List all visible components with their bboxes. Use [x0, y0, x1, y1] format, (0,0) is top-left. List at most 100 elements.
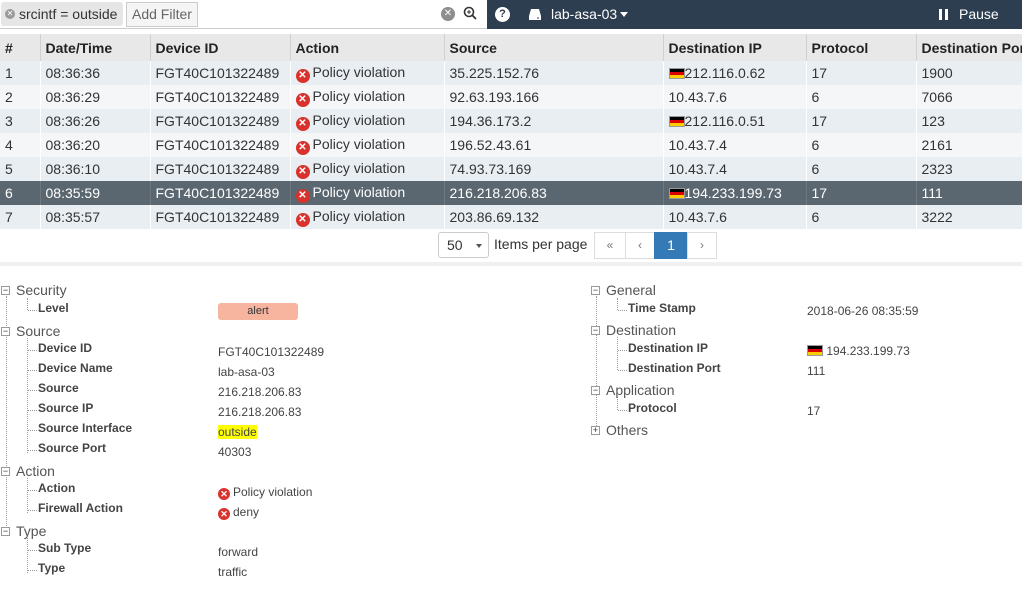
cell-source-text: 194.36.173.2	[449, 113, 532, 129]
cell-protocol: 6	[806, 133, 917, 157]
cell-protocol-text: 6	[811, 161, 820, 177]
cell-dest-port: 111	[916, 181, 1022, 205]
group-application[interactable]: Application	[606, 382, 675, 398]
cell-dest-ip: 212.116.0.62	[663, 61, 807, 85]
cell-device-id: FGT40C101322489	[150, 133, 291, 157]
group-type[interactable]: Type	[16, 523, 46, 539]
table-row[interactable]: 2 08:36:29 FGT40C101322489 ✕ Policy violatio…	[0, 85, 1022, 109]
chevron-down-icon[interactable]	[620, 12, 628, 17]
group-destination[interactable]: Destination	[606, 322, 676, 338]
remove-filter-icon[interactable]: ✕	[5, 9, 15, 19]
column-header[interactable]: #	[0, 34, 41, 61]
table-row[interactable]: 1 08:36:36 FGT40C101322489 ✕ Policy violatio…	[0, 61, 1022, 85]
collapse-general-icon[interactable]: −	[591, 286, 600, 295]
field-protocol-value: 17	[807, 404, 821, 418]
table-row[interactable]: 4 08:36:20 FGT40C101322489 ✕ Policy violatio…	[0, 133, 1022, 157]
filter-bar[interactable]: ✕ srcintf = outside Add Filter ✕	[0, 0, 487, 29]
cell-source-text: 74.93.73.169	[449, 161, 532, 177]
column-header[interactable]: Destination IP	[663, 34, 807, 61]
group-action[interactable]: Action	[16, 463, 55, 479]
group-general[interactable]: General	[606, 282, 656, 298]
cell-action: ✕ Policy violation	[290, 61, 445, 85]
tree-line	[27, 538, 28, 573]
cell-action: ✕ Policy violation	[290, 109, 445, 133]
device-selector[interactable]: lab-asa-03	[551, 6, 617, 22]
cell-action-text: Policy violation	[312, 183, 406, 200]
collapse-action-icon[interactable]: −	[1, 467, 10, 476]
items-per-page-select[interactable]: 50	[438, 232, 489, 258]
field-destination-port-value: 111	[807, 364, 826, 378]
source-field-value: 40303	[218, 445, 251, 459]
help-icon[interactable]: ?	[495, 7, 510, 22]
column-header[interactable]: Source	[444, 34, 664, 61]
next-page-button[interactable]: ›	[687, 232, 717, 259]
cell-num: 3	[0, 109, 41, 133]
collapse-application-icon[interactable]: −	[591, 386, 600, 395]
expand-others-icon[interactable]: +	[591, 426, 600, 435]
device-icon[interactable]	[528, 7, 542, 21]
column-header[interactable]: Protocol	[806, 34, 917, 61]
cell-source-text: 203.86.69.132	[449, 209, 540, 225]
source-field-value-text: 216.218.206.83	[218, 405, 302, 419]
cell-action-text: Policy violation	[312, 87, 406, 104]
cell-dest-port: 1900	[916, 61, 1022, 85]
cell-protocol-text: 17	[811, 65, 828, 81]
cell-dest-port-text: 3222	[921, 209, 953, 225]
tree-line	[28, 410, 37, 411]
first-page-button[interactable]: «	[594, 232, 626, 259]
group-source[interactable]: Source	[16, 323, 60, 339]
search-icon[interactable]	[463, 6, 477, 20]
table-row[interactable]: 3 08:36:26 FGT40C101322489 ✕ Policy violatio…	[0, 109, 1022, 133]
cell-time-text: 08:36:26	[45, 113, 101, 129]
cell-protocol: 17	[806, 109, 917, 133]
tree-line	[28, 510, 37, 511]
chevron-down-icon	[476, 244, 482, 248]
cell-dest-ip: 10.43.7.6	[663, 85, 807, 109]
column-header[interactable]: Device ID	[150, 34, 291, 61]
cell-protocol: 6	[806, 157, 917, 181]
pause-button[interactable]: Pause	[959, 6, 999, 22]
tree-line	[618, 410, 627, 411]
tree-line	[618, 350, 627, 351]
group-others[interactable]: Others	[606, 422, 648, 438]
column-header[interactable]: Date/Time	[40, 34, 151, 61]
prev-page-button[interactable]: ‹	[625, 232, 655, 259]
pause-icon[interactable]	[939, 9, 948, 20]
cell-time-text: 08:36:36	[45, 65, 101, 81]
clear-filter-icon[interactable]: ✕	[441, 7, 455, 21]
collapse-source-icon[interactable]: −	[1, 327, 10, 336]
cell-dest-ip: 10.43.7.4	[663, 133, 807, 157]
error-icon: ✕	[295, 212, 310, 227]
field-protocol-label: Protocol	[628, 401, 677, 415]
column-header[interactable]: Destination Port	[916, 34, 1022, 61]
source-field-value: 216.218.206.83	[218, 405, 301, 419]
cell-action: ✕ Policy violation	[290, 181, 445, 205]
cell-time-text: 08:36:10	[45, 161, 101, 177]
group-security[interactable]: Security	[16, 282, 67, 298]
page-1-button[interactable]: 1	[654, 232, 688, 259]
source-field-label: Source IP	[38, 401, 94, 415]
cell-device-id: FGT40C101322489	[150, 61, 291, 85]
tree-line	[28, 550, 37, 551]
level-badge: alert	[218, 303, 298, 320]
cell-num-text: 5	[5, 161, 13, 177]
cell-protocol-text: 6	[811, 137, 820, 153]
table-row[interactable]: 5 08:36:10 FGT40C101322489 ✕ Policy violatio…	[0, 157, 1022, 181]
germany-flag-icon	[668, 188, 685, 199]
column-header[interactable]: Action	[290, 34, 445, 61]
source-field-label: Source	[38, 381, 79, 395]
collapse-security-icon[interactable]: −	[1, 286, 10, 295]
collapse-type-icon[interactable]: −	[1, 527, 10, 536]
field-firewall-action-label: Firewall Action	[38, 501, 123, 515]
source-field-label: Source Interface	[38, 421, 133, 435]
germany-flag-icon	[807, 345, 823, 356]
collapse-destination-icon[interactable]: −	[591, 326, 600, 335]
source-field-value: 216.218.206.83	[218, 385, 301, 399]
cell-source-text: 216.218.206.83	[449, 185, 547, 201]
cell-time-text: 08:35:59	[45, 185, 101, 201]
filter-chip[interactable]: ✕ srcintf = outside	[1, 2, 124, 26]
add-filter-button[interactable]: Add Filter	[126, 2, 198, 27]
table-row[interactable]: 6 08:35:59 FGT40C101322489 ✕ Policy violatio…	[0, 181, 1022, 205]
table-row[interactable]: 7 08:35:57 FGT40C101322489 ✕ Policy violatio…	[0, 205, 1022, 229]
source-field-value: lab-asa-03	[218, 365, 275, 379]
